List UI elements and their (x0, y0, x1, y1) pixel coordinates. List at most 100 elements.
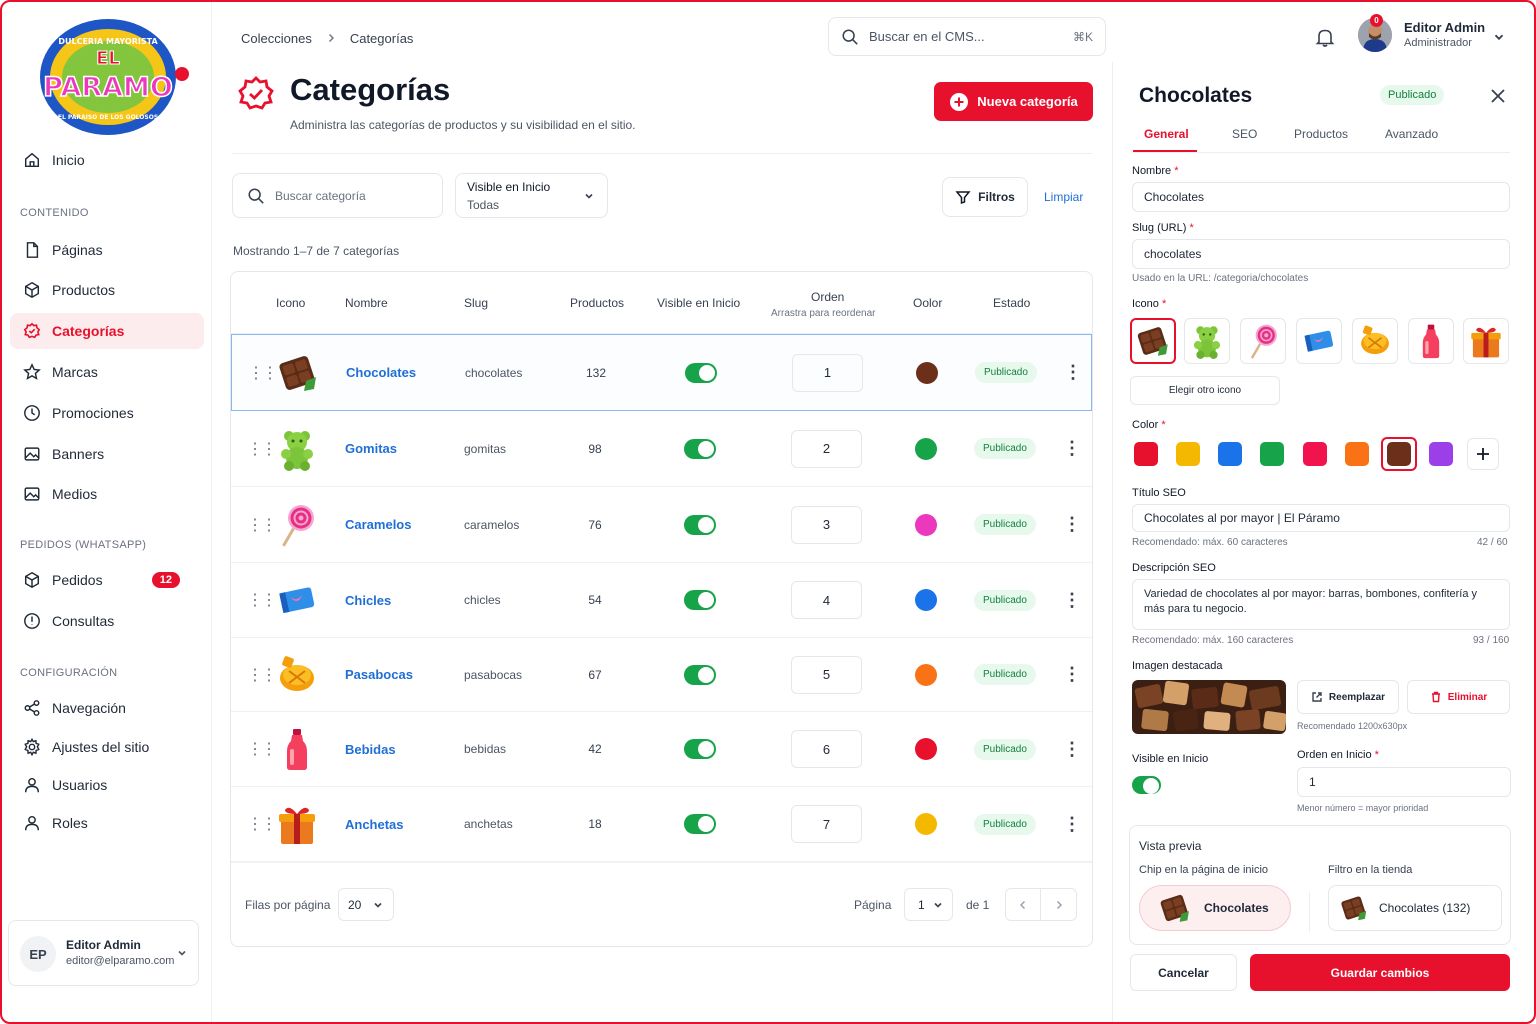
slug-input[interactable]: chocolates (1132, 239, 1510, 269)
el-paramo-logo[interactable]: DULCERIA MAYORISTA EL PARAMO EL PARAISO … (22, 16, 194, 138)
color-option[interactable] (1130, 438, 1162, 470)
color-option[interactable] (1256, 438, 1288, 470)
more-vertical-icon[interactable]: ⋮ (1063, 411, 1081, 486)
category-name-link[interactable]: Gomitas (345, 411, 397, 486)
nav-categorias[interactable]: Categorías (10, 313, 204, 349)
visible-filter-select[interactable]: Visible en Inicio Todas (455, 173, 608, 218)
table-row[interactable]: ⋮⋮ Anchetas anchetas 18 7 Publicado ⋮ (231, 787, 1092, 862)
nav-roles[interactable]: Roles (10, 805, 204, 841)
drag-handle-icon[interactable]: ⋮⋮ (247, 563, 277, 637)
order-input[interactable]: 5 (791, 655, 862, 694)
table-row[interactable]: ⋮⋮ Gomitas gomitas 98 2 Publicado ⋮ (231, 411, 1092, 487)
table-row[interactable]: ⋮⋮ Chicles chicles 54 4 Publicado ⋮ (231, 563, 1092, 638)
color-option[interactable] (1299, 438, 1331, 470)
seo-desc-textarea[interactable]: Variedad de chocolates al por mayor: bar… (1132, 579, 1510, 630)
drag-handle-icon[interactable]: ⋮⋮ (247, 638, 277, 711)
nav-banners[interactable]: Banners (10, 436, 204, 472)
order-input[interactable]: 7 (791, 805, 862, 843)
icon-option-snack-icon[interactable] (1352, 318, 1398, 364)
more-vertical-icon[interactable]: ⋮ (1064, 335, 1082, 410)
drag-handle-icon[interactable]: ⋮⋮ (247, 787, 277, 861)
sidebar-user-card[interactable]: EP Editor Admin editor@elparamo.com (8, 920, 199, 986)
icon-option-gift-icon[interactable] (1463, 318, 1509, 364)
nav-promociones[interactable]: Promociones (10, 395, 204, 431)
table-row[interactable]: ⋮⋮ Chocolates chocolates 132 1 Publicado… (231, 334, 1092, 411)
seo-title-input[interactable]: Chocolates al por mayor | El Páramo (1132, 504, 1510, 532)
new-category-button[interactable]: Nueva categoría (934, 82, 1093, 121)
category-name-link[interactable]: Chocolates (346, 335, 416, 410)
icon-option-gum-icon[interactable] (1296, 318, 1342, 364)
table-row[interactable]: ⋮⋮ Pasabocas pasabocas 67 5 Publicado ⋮ (231, 638, 1092, 712)
visible-toggle[interactable] (684, 739, 716, 759)
category-name-link[interactable]: Chicles (345, 563, 391, 637)
category-name-link[interactable]: Bebidas (345, 712, 396, 786)
chevron-right-icon[interactable] (1041, 889, 1076, 920)
bell-icon[interactable] (1314, 26, 1336, 48)
more-vertical-icon[interactable]: ⋮ (1063, 563, 1081, 637)
order-input[interactable]: 4 (791, 581, 862, 619)
category-name-link[interactable]: Caramelos (345, 487, 411, 562)
icon-option-lollipop-icon[interactable] (1240, 318, 1286, 364)
visible-toggle[interactable] (685, 362, 717, 383)
table-row[interactable]: ⋮⋮ Bebidas bebidas 42 6 Publicado ⋮ (231, 712, 1092, 787)
nav-pedidos[interactable]: Pedidos 12 (10, 562, 204, 598)
color-option[interactable] (1172, 438, 1204, 470)
category-search-input[interactable]: Buscar categoría (232, 173, 443, 218)
filters-button[interactable]: Filtros (942, 177, 1028, 217)
color-option[interactable] (1425, 438, 1457, 470)
order-input[interactable]: 3 (791, 505, 862, 544)
tab-general[interactable]: General (1144, 127, 1189, 141)
tab-seo[interactable]: SEO (1232, 127, 1257, 141)
nav-marcas[interactable]: Marcas (10, 354, 204, 390)
visible-toggle[interactable] (684, 590, 716, 610)
page-select[interactable]: 1 (904, 888, 953, 921)
save-button[interactable]: Guardar cambios (1250, 954, 1510, 991)
icon-option-gummy-bear-icon[interactable] (1184, 318, 1230, 364)
cms-search-input[interactable]: Buscar en el CMS... ⌘K (828, 17, 1106, 56)
chevron-down-icon[interactable] (1492, 30, 1506, 47)
color-option[interactable] (1214, 438, 1246, 470)
topbar-user[interactable]: Editor Admin Administrador (1404, 20, 1485, 49)
drag-handle-icon[interactable]: ⋮⋮ (248, 335, 278, 410)
visible-toggle[interactable] (684, 514, 716, 535)
nav-paginas[interactable]: Páginas (10, 232, 204, 268)
nav-productos[interactable]: Productos (10, 272, 204, 308)
cancel-button[interactable]: Cancelar (1130, 954, 1237, 991)
breadcrumb-colecciones[interactable]: Colecciones (241, 31, 312, 46)
clear-filters-link[interactable]: Limpiar (1044, 190, 1083, 204)
name-input[interactable]: Chocolates (1132, 182, 1510, 212)
category-name-link[interactable]: Pasabocas (345, 638, 413, 711)
color-option[interactable] (1381, 437, 1417, 471)
add-color-button[interactable] (1467, 438, 1499, 470)
tab-avanzado[interactable]: Avanzado (1385, 127, 1438, 141)
more-vertical-icon[interactable]: ⋮ (1063, 712, 1081, 786)
delete-image-button[interactable]: Eliminar (1407, 680, 1510, 714)
drag-handle-icon[interactable]: ⋮⋮ (247, 487, 277, 562)
icon-option-bottle-icon[interactable] (1408, 318, 1454, 364)
replace-image-button[interactable]: Reemplazar (1297, 680, 1399, 714)
table-row[interactable]: ⋮⋮ Caramelos caramelos 76 3 Publicado ⋮ (231, 487, 1092, 563)
order-input[interactable]: 6 (791, 730, 862, 768)
category-name-link[interactable]: Anchetas (345, 787, 404, 861)
nav-ajustes[interactable]: Ajustes del sitio (10, 729, 204, 765)
nav-navegacion[interactable]: Navegación (10, 690, 204, 726)
visible-home-toggle[interactable] (1132, 776, 1161, 794)
choose-icon-button[interactable]: Elegir otro icono (1130, 376, 1280, 405)
more-vertical-icon[interactable]: ⋮ (1063, 638, 1081, 711)
order-input[interactable]: 1 (792, 353, 863, 392)
color-option[interactable] (1341, 438, 1373, 470)
drag-handle-icon[interactable]: ⋮⋮ (247, 712, 277, 786)
nav-medios[interactable]: Medios (10, 476, 204, 512)
tab-productos[interactable]: Productos (1294, 127, 1348, 141)
visible-toggle[interactable] (684, 814, 716, 834)
nav-usuarios[interactable]: Usuarios (10, 767, 204, 803)
nav-consultas[interactable]: Consultas (10, 603, 204, 639)
chevron-left-icon[interactable] (1006, 889, 1042, 920)
icon-option-chocolate-icon[interactable] (1130, 318, 1176, 364)
more-vertical-icon[interactable]: ⋮ (1063, 787, 1081, 861)
rows-per-page-select[interactable]: 20 (338, 888, 394, 921)
close-icon[interactable] (1488, 86, 1508, 106)
drag-handle-icon[interactable]: ⋮⋮ (247, 411, 277, 486)
order-home-input[interactable]: 1 (1297, 767, 1511, 797)
nav-inicio[interactable]: Inicio (10, 142, 204, 178)
